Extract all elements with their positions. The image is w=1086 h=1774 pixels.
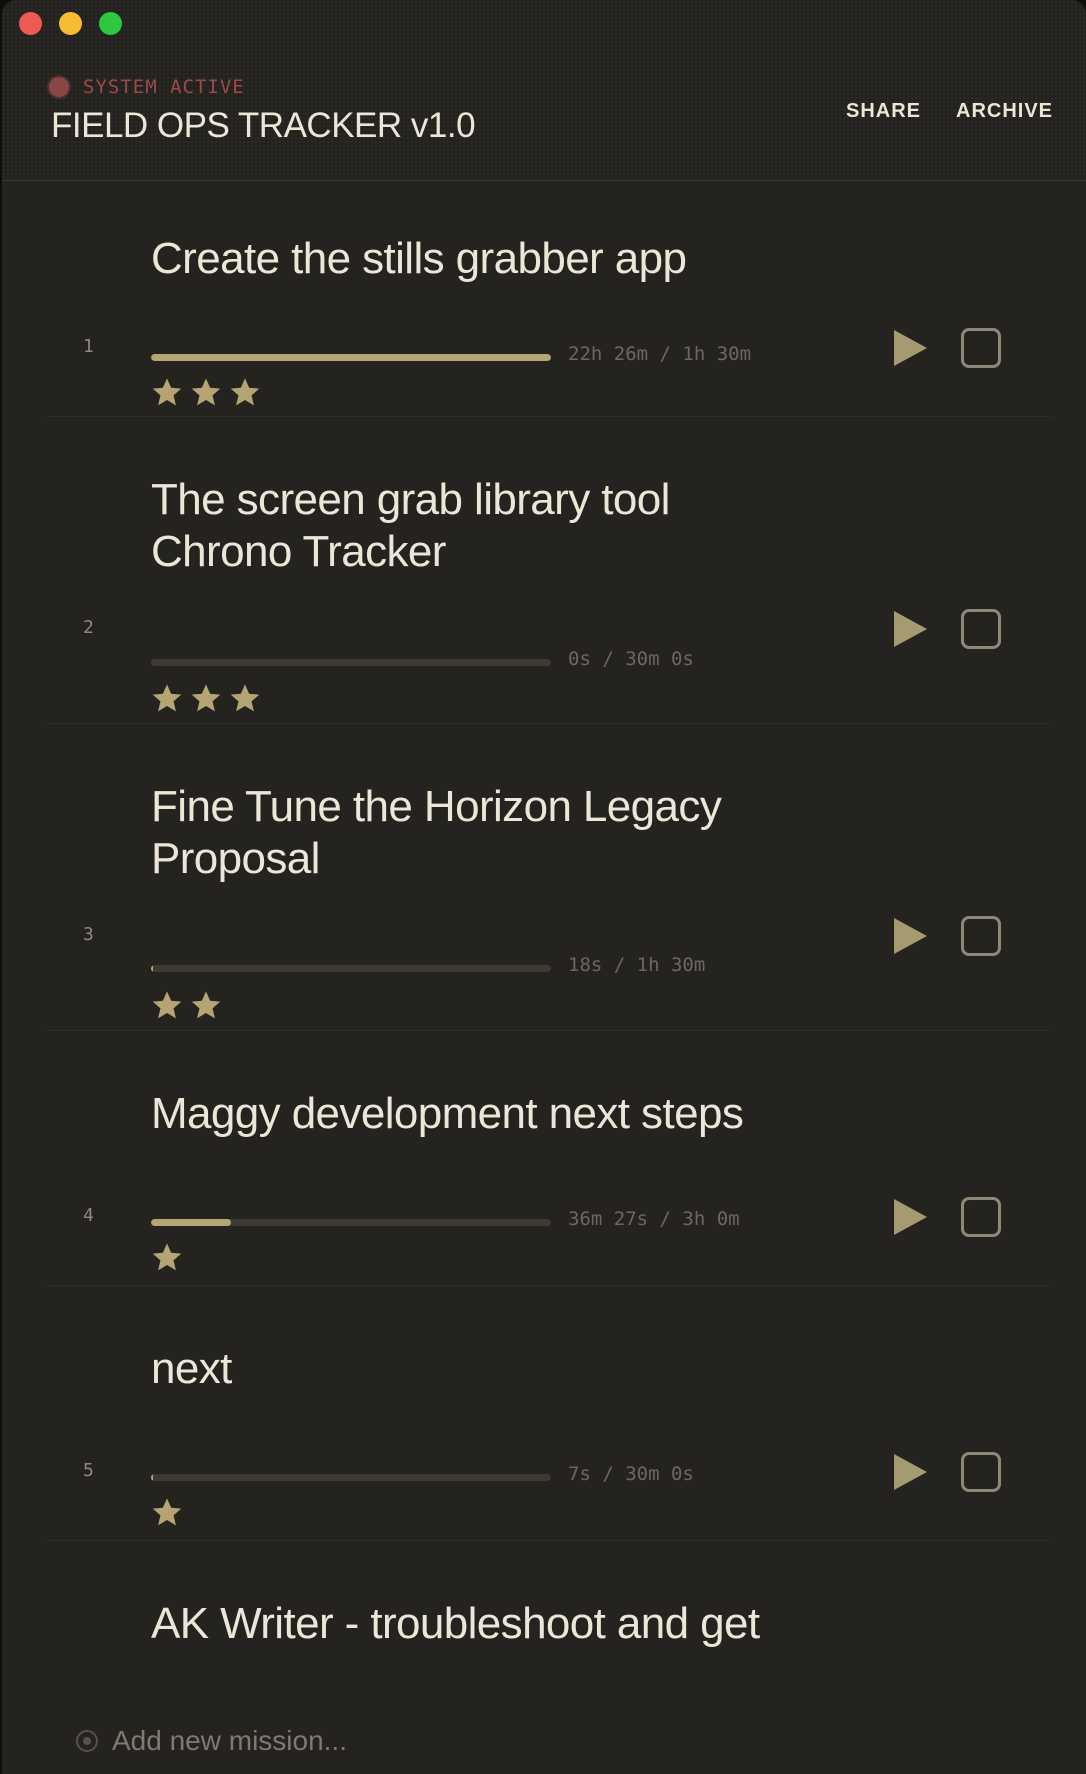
priority-stars[interactable] xyxy=(151,682,261,714)
priority-stars[interactable] xyxy=(151,376,261,408)
mission-title[interactable]: The screen grab library tool Chrono Trac… xyxy=(151,474,771,578)
play-icon[interactable] xyxy=(891,916,929,956)
star-icon xyxy=(191,991,221,1019)
star-icon xyxy=(152,1243,182,1271)
progress-fill xyxy=(151,1474,153,1481)
mission-number: 5 xyxy=(83,1460,94,1481)
mission-number: 2 xyxy=(83,617,94,638)
star-icon xyxy=(152,991,182,1019)
mission-title[interactable]: Maggy development next steps xyxy=(151,1088,771,1140)
progress-bar xyxy=(151,965,551,972)
time-readout: 18s / 1h 30m xyxy=(568,954,706,976)
star-icon xyxy=(230,684,260,712)
progress-fill xyxy=(151,965,153,972)
checkbox-icon[interactable] xyxy=(961,1197,1001,1237)
system-status: SYSTEM ACTIVE xyxy=(49,76,245,98)
priority-stars[interactable] xyxy=(151,989,222,1021)
progress-bar xyxy=(151,1474,551,1481)
mission-number: 4 xyxy=(83,1205,94,1226)
star-icon xyxy=(191,684,221,712)
mission-item[interactable]: The screen grab library tool Chrono Trac… xyxy=(46,417,1052,724)
mission-item[interactable]: Maggy development next steps 4 36m 27s / 3… xyxy=(46,1031,1052,1286)
star-icon xyxy=(191,378,221,406)
mission-item[interactable]: Create the stills grabber app 1 22h 26m / … xyxy=(46,181,1052,417)
play-icon[interactable] xyxy=(891,1452,929,1492)
mission-item[interactable]: next 5 7s / 30m 0s xyxy=(46,1286,1052,1541)
mission-title[interactable]: Fine Tune the Horizon Legacy Proposal xyxy=(151,781,771,885)
mission-item[interactable]: Fine Tune the Horizon Legacy Proposal 3 18… xyxy=(46,724,1052,1031)
progress-fill xyxy=(151,1219,231,1226)
status-indicator-icon xyxy=(49,77,69,97)
checkbox-icon[interactable] xyxy=(961,609,1001,649)
app-title: FIELD OPS TRACKER v1.0 xyxy=(51,106,476,145)
time-readout: 36m 27s / 3h 0m xyxy=(568,1208,740,1230)
progress-bar xyxy=(151,659,551,666)
checkbox-icon[interactable] xyxy=(961,916,1001,956)
mission-title[interactable]: Create the stills grabber app xyxy=(151,233,771,285)
priority-stars[interactable] xyxy=(151,1241,183,1273)
target-icon xyxy=(76,1730,98,1752)
mission-number: 3 xyxy=(83,924,94,945)
star-icon xyxy=(152,1498,182,1526)
add-mission-row xyxy=(76,1725,712,1757)
app-window: SYSTEM ACTIVE FIELD OPS TRACKER v1.0 SHA… xyxy=(2,0,1086,1774)
share-button[interactable]: SHARE xyxy=(846,100,921,123)
mission-title[interactable]: AK Writer - troubleshoot and get xyxy=(151,1598,771,1650)
play-icon[interactable] xyxy=(891,328,929,368)
priority-stars[interactable] xyxy=(151,1496,183,1528)
time-readout: 7s / 30m 0s xyxy=(568,1463,694,1485)
play-icon[interactable] xyxy=(891,609,929,649)
window-controls xyxy=(19,12,122,35)
archive-button[interactable]: ARCHIVE xyxy=(956,100,1053,123)
mission-number: 1 xyxy=(83,336,94,357)
star-icon xyxy=(152,378,182,406)
star-icon xyxy=(152,684,182,712)
play-icon[interactable] xyxy=(891,1197,929,1237)
progress-fill xyxy=(151,354,551,361)
header: SYSTEM ACTIVE FIELD OPS TRACKER v1.0 SHA… xyxy=(2,0,1086,181)
zoom-window-button[interactable] xyxy=(99,12,122,35)
minimize-window-button[interactable] xyxy=(59,12,82,35)
time-readout: 0s / 30m 0s xyxy=(568,648,694,670)
status-text: SYSTEM ACTIVE xyxy=(83,76,245,98)
progress-bar xyxy=(151,1219,551,1226)
star-icon xyxy=(230,378,260,406)
mission-title[interactable]: next xyxy=(151,1343,771,1395)
checkbox-icon[interactable] xyxy=(961,1452,1001,1492)
close-window-button[interactable] xyxy=(19,12,42,35)
progress-bar xyxy=(151,354,551,361)
add-mission-input[interactable] xyxy=(112,1725,712,1757)
time-readout: 22h 26m / 1h 30m xyxy=(568,343,752,365)
checkbox-icon[interactable] xyxy=(961,328,1001,368)
